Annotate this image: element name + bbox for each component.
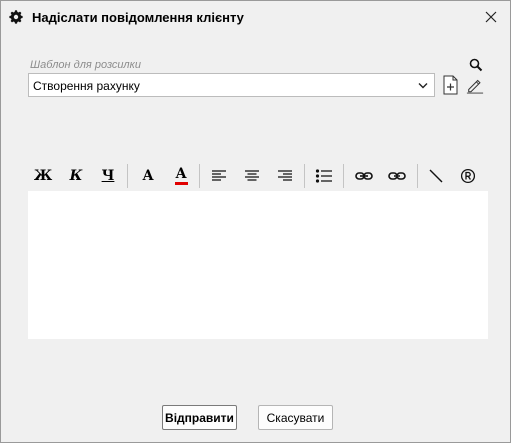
toolbar-divider [417, 164, 418, 188]
send-message-dialog: Надіслати повідомлення клієнту Шаблон дл… [0, 0, 511, 443]
toolbar-divider [127, 164, 128, 188]
bold-label: Ж [33, 167, 53, 184]
toolbar-divider [343, 164, 344, 188]
close-icon[interactable] [481, 7, 501, 27]
pencil-icon[interactable] [466, 75, 484, 95]
align-left-button[interactable] [205, 163, 233, 188]
italic-button[interactable]: К [62, 163, 90, 188]
template-select-value: Створення рахунку [33, 79, 140, 93]
formatting-toolbar: Ж К Ч A A [27, 163, 489, 188]
message-editor[interactable] [28, 191, 488, 339]
font-button[interactable]: A [134, 163, 162, 188]
underline-button[interactable]: Ч [94, 163, 122, 188]
chevron-down-icon [418, 83, 428, 89]
underline-label: Ч [101, 167, 115, 184]
font-color-swatch [174, 181, 188, 185]
font-label: A [142, 167, 154, 184]
bold-button[interactable]: Ж [29, 163, 57, 188]
bullet-list-icon [315, 168, 332, 183]
link-icon [355, 171, 373, 180]
align-right-icon [278, 169, 292, 181]
align-center-icon [245, 169, 259, 181]
insert-link-button[interactable] [350, 163, 378, 188]
new-document-icon[interactable] [442, 75, 460, 95]
align-left-icon [212, 169, 226, 181]
horizontal-line-button[interactable] [422, 163, 450, 188]
cancel-button[interactable]: Скасувати [258, 405, 333, 430]
unlink-icon [388, 171, 406, 180]
search-icon[interactable] [469, 58, 483, 72]
align-right-button[interactable] [271, 163, 299, 188]
font-color-label: A [175, 165, 187, 182]
special-character-button[interactable] [454, 163, 482, 188]
dialog-title: Надіслати повідомлення клієнту [32, 10, 244, 25]
remove-link-button[interactable] [383, 163, 411, 188]
align-center-button[interactable] [238, 163, 266, 188]
bullet-list-button[interactable] [310, 163, 338, 188]
template-select[interactable]: Створення рахунку [28, 73, 435, 97]
line-icon [429, 169, 443, 182]
title-bar: Надіслати повідомлення клієнту [1, 1, 510, 33]
registered-icon [460, 168, 476, 183]
gear-icon [9, 10, 23, 24]
toolbar-divider [304, 164, 305, 188]
font-color-button[interactable]: A [167, 163, 195, 188]
template-label: Шаблон для розсилки [30, 59, 141, 71]
toolbar-divider [199, 164, 200, 188]
send-button[interactable]: Відправити [162, 405, 237, 430]
italic-label: К [69, 167, 83, 184]
